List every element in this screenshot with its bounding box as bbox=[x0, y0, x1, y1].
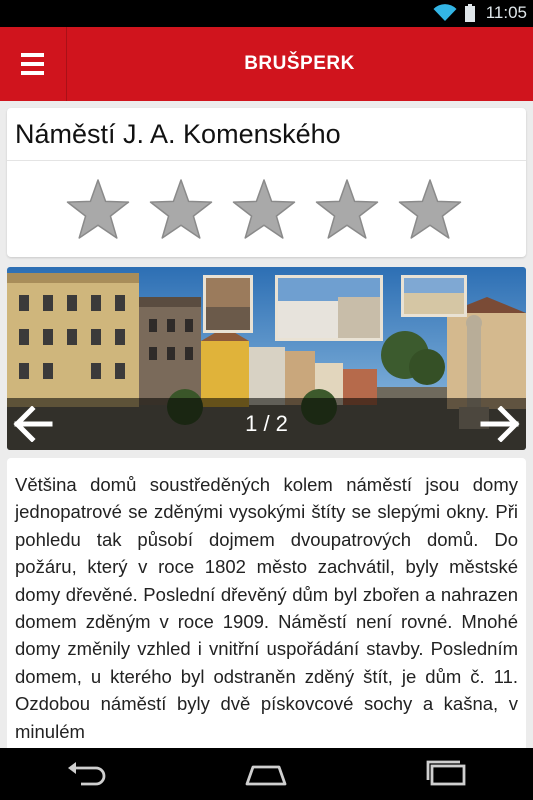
status-time: 11:05 bbox=[485, 3, 527, 22]
status-bar: 11:05 bbox=[0, 0, 533, 27]
battery-icon bbox=[465, 4, 475, 22]
star-icon[interactable] bbox=[231, 178, 297, 244]
arrow-right-icon[interactable] bbox=[480, 406, 520, 442]
star-rating[interactable] bbox=[65, 178, 475, 244]
app-bar: BRUŠPERK bbox=[0, 27, 533, 101]
place-title: Náměstí J. A. Komenského bbox=[15, 119, 341, 149]
recents-icon[interactable] bbox=[424, 758, 470, 790]
description-card: Většina domů soustředěných kolem náměstí… bbox=[7, 458, 526, 758]
back-icon[interactable] bbox=[63, 758, 109, 790]
system-nav-bar bbox=[0, 748, 533, 800]
menu-button[interactable] bbox=[0, 27, 67, 101]
star-icon[interactable] bbox=[397, 178, 463, 244]
place-header-card: Náměstí J. A. Komenského bbox=[7, 108, 526, 257]
gallery-controls: 1 / 2 bbox=[7, 398, 526, 450]
gallery-counter: 1 / 2 bbox=[245, 411, 288, 436]
star-icon[interactable] bbox=[314, 178, 380, 244]
description-text: Většina domů soustředěných kolem náměstí… bbox=[15, 474, 518, 742]
wifi-icon bbox=[433, 4, 457, 21]
home-icon[interactable] bbox=[243, 758, 289, 790]
photo-gallery[interactable]: 1 / 2 bbox=[7, 267, 526, 450]
divider bbox=[7, 160, 526, 161]
star-icon[interactable] bbox=[148, 178, 214, 244]
app-title: BRUŠPERK bbox=[244, 53, 355, 74]
star-icon[interactable] bbox=[65, 178, 131, 244]
